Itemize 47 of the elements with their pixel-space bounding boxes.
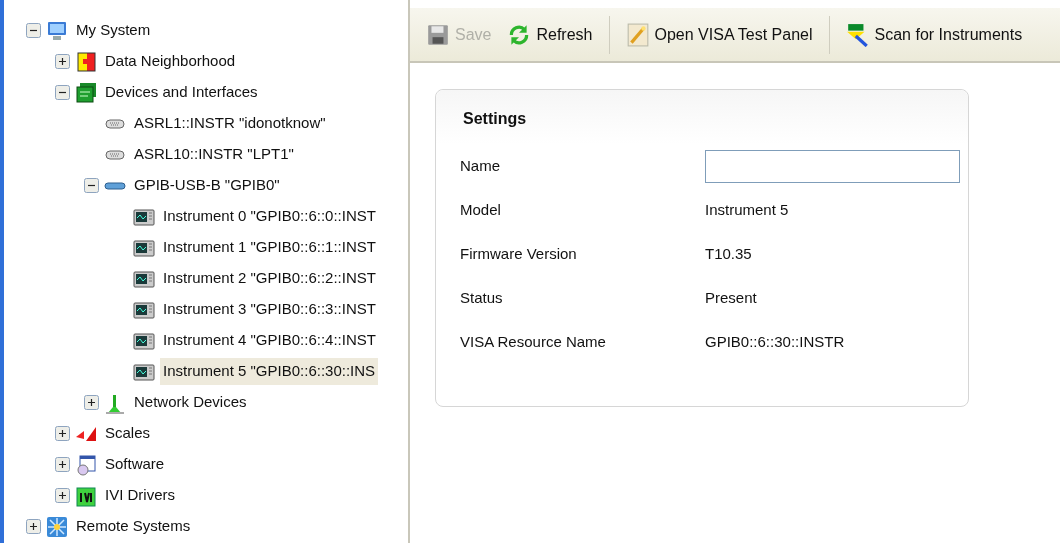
field-label: Status bbox=[460, 287, 504, 308]
toolbar-button[interactable]: Scan for Instruments bbox=[839, 18, 1029, 51]
tree-item[interactable]: ASRL10::INSTR "LPT1" bbox=[131, 141, 297, 168]
collapse-toggle[interactable] bbox=[55, 85, 70, 100]
expand-toggle[interactable] bbox=[55, 457, 70, 472]
expand-toggle[interactable] bbox=[55, 488, 70, 503]
tree-item[interactable]: GPIB-USB-B "GPIB0" bbox=[131, 172, 283, 199]
expand-toggle[interactable] bbox=[26, 519, 41, 534]
field-label: Firmware Version bbox=[460, 243, 578, 264]
field-value: Instrument 5 bbox=[705, 199, 789, 220]
wand-icon bbox=[625, 22, 650, 47]
data-icon bbox=[75, 50, 97, 73]
field-label: VISA Resource Name bbox=[460, 331, 607, 352]
input-field[interactable] bbox=[705, 149, 960, 183]
field-label: Model bbox=[460, 199, 502, 220]
toolbar-button[interactable]: Refresh bbox=[501, 18, 599, 51]
tree-item[interactable]: Instrument 4 "GPIB0::6::4::INST bbox=[160, 327, 379, 354]
field-label: Name bbox=[460, 155, 501, 176]
field-value: T10.35 bbox=[705, 243, 752, 264]
monitor-icon bbox=[46, 19, 68, 42]
collapse-toggle[interactable] bbox=[84, 178, 99, 193]
expand-toggle[interactable] bbox=[55, 426, 70, 441]
tree-item[interactable]: Remote Systems bbox=[73, 513, 194, 540]
tree-item[interactable]: IVI Drivers bbox=[102, 482, 178, 509]
tree-item[interactable]: Software bbox=[102, 451, 168, 478]
tree-item[interactable]: Instrument 0 "GPIB0::6::0::INST bbox=[160, 203, 379, 230]
network-hub-icon bbox=[46, 515, 68, 538]
tree-item[interactable]: Scales bbox=[102, 420, 154, 447]
scan-icon bbox=[845, 22, 870, 47]
collapse-toggle[interactable] bbox=[26, 23, 41, 38]
expand-toggle[interactable] bbox=[84, 395, 99, 410]
tree-item[interactable]: Instrument 1 "GPIB0::6::1::INST bbox=[160, 234, 379, 261]
tree-item[interactable]: Devices and Interfaces bbox=[102, 79, 261, 106]
software-icon bbox=[75, 453, 97, 476]
field-value: Present bbox=[705, 287, 757, 308]
tree-item[interactable]: Network Devices bbox=[131, 389, 250, 416]
chip-icon bbox=[75, 484, 97, 507]
toolbar-button[interactable]: Open VISA Test Panel bbox=[619, 18, 819, 51]
board-icon bbox=[75, 81, 97, 104]
tree-item[interactable]: Instrument 2 "GPIB0::6::2::INST bbox=[160, 265, 379, 292]
tree-item[interactable]: Data Neighborhood bbox=[102, 48, 239, 75]
field-value: GPIB0::6::30::INSTR bbox=[705, 331, 845, 352]
tree-item[interactable]: My System bbox=[73, 17, 154, 44]
tree-item[interactable]: ASRL1::INSTR "idonotknow" bbox=[131, 110, 329, 137]
expand-toggle[interactable] bbox=[55, 54, 70, 69]
tree-item[interactable]: Instrument 3 "GPIB0::6::3::INST bbox=[160, 296, 379, 323]
tree-item[interactable]: Instrument 5 "GPIB0::6::30::INS bbox=[160, 358, 379, 385]
